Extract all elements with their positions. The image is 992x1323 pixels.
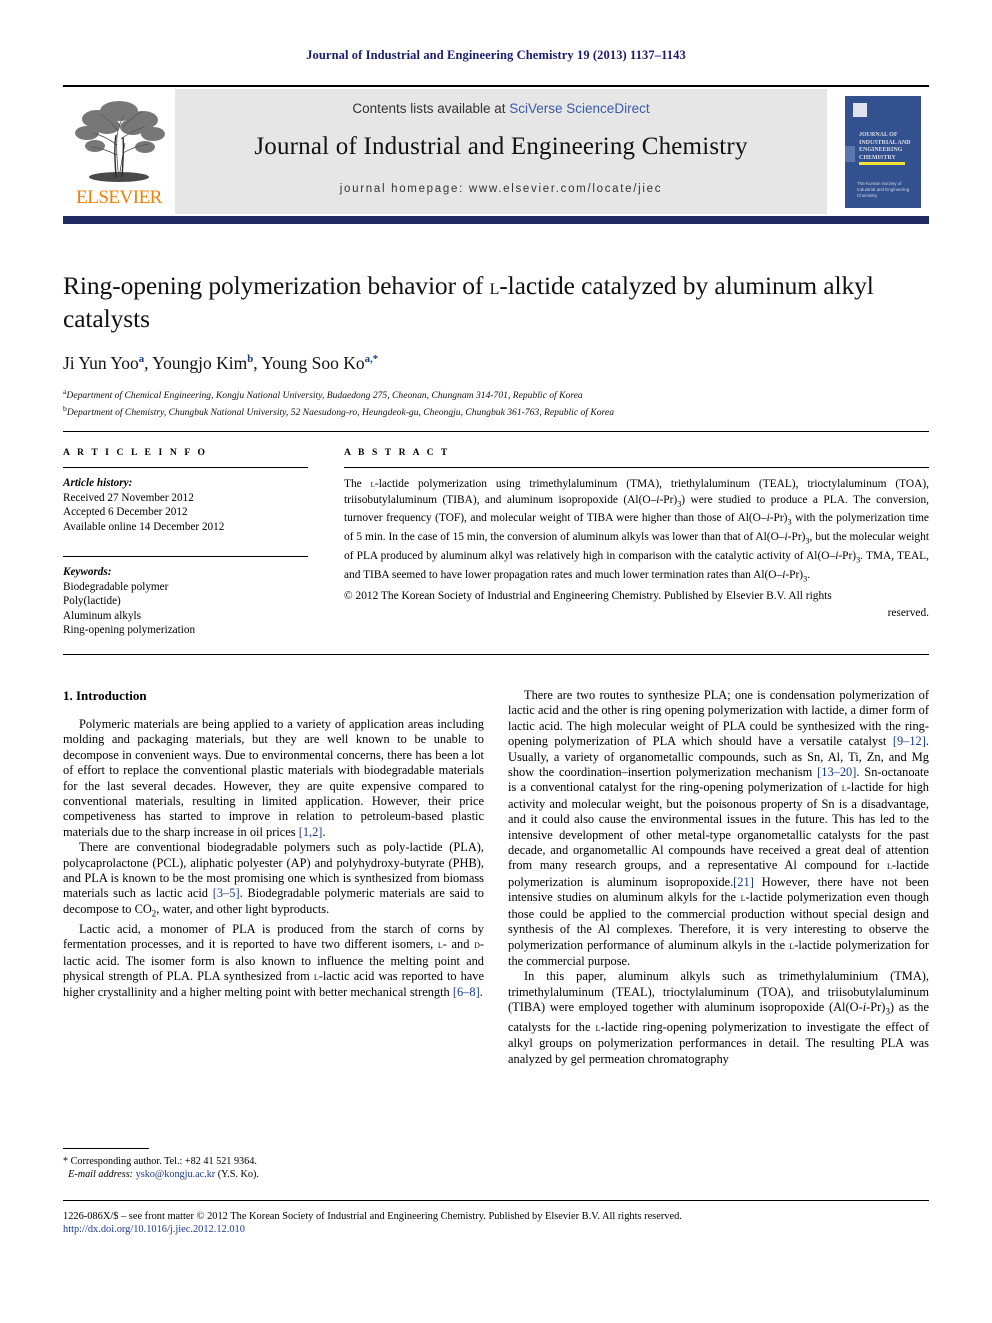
author-name: Young Soo Ko bbox=[261, 353, 365, 373]
affiliation-text: Department of Chemistry, Chungbuk Nation… bbox=[66, 406, 614, 418]
paragraph: Polymeric materials are being applied to… bbox=[63, 717, 484, 839]
section-heading-introduction: 1. Introduction bbox=[63, 688, 147, 703]
elsevier-logo: ELSEVIER bbox=[67, 93, 171, 211]
article-info-column: A R T I C L E I N F O Article history: R… bbox=[63, 447, 308, 638]
page-title: Ring-opening polymerization behavior of … bbox=[63, 270, 929, 335]
abstract-rule bbox=[344, 467, 929, 468]
abstract-copyright-tail: reserved. bbox=[887, 606, 929, 619]
keywords-heading: Keywords: bbox=[63, 566, 112, 578]
sciencedirect-link[interactable]: SciVerse ScienceDirect bbox=[509, 101, 649, 116]
article-info-rule bbox=[63, 467, 308, 468]
author-name: Youngjo Kim bbox=[152, 353, 248, 373]
keywords-block: Keywords: Biodegradable polymer Poly(lac… bbox=[63, 565, 308, 638]
citation-ref[interactable]: [9–12] bbox=[893, 734, 926, 748]
running-head: Journal of Industrial and Engineering Ch… bbox=[306, 48, 686, 62]
masthead-bottom-rule bbox=[63, 216, 929, 224]
paragraph: There are conventional biodegradable pol… bbox=[63, 840, 484, 919]
keyword-item: Aluminum alkyls bbox=[63, 609, 142, 622]
footnote-email-line: E-mail address: ysko@kongju.ac.kr (Y.S. … bbox=[63, 1168, 484, 1181]
author-affil-mark: a,* bbox=[364, 353, 379, 366]
title-part-1: Ring-opening polymerization behavior of bbox=[63, 271, 490, 300]
citation-ref[interactable]: [1,2] bbox=[299, 825, 323, 839]
citation-ref[interactable]: [6–8] bbox=[453, 985, 480, 999]
keywords-separator-rule bbox=[63, 556, 308, 557]
footer-issn-line: 1226-086X/$ – see front matter © 2012 Th… bbox=[63, 1211, 682, 1222]
body-column-right: There are two routes to synthesize PLA; … bbox=[508, 688, 929, 1067]
history-item: Available online 14 December 2012 bbox=[63, 520, 225, 533]
cover-badge-icon bbox=[853, 103, 867, 117]
footer-rule bbox=[63, 1200, 929, 1201]
body-column-left: 1. Introduction Polymeric materials are … bbox=[63, 688, 484, 1001]
author-list: Ji Yun Yooa, Youngjo Kimb, Young Soo Koa… bbox=[63, 353, 379, 373]
journal-title: Journal of Industrial and Engineering Ch… bbox=[254, 133, 748, 160]
cover-sidebar-block bbox=[845, 146, 855, 162]
abstract-column: A B S T R A C T The l-lactide polymeriza… bbox=[344, 447, 929, 620]
info-section-bottom-rule bbox=[63, 654, 929, 655]
contents-prefix: Contents lists available at bbox=[352, 101, 510, 116]
cover-artwork: JOURNAL OF INDUSTRIAL AND ENGINEERING CH… bbox=[845, 96, 921, 208]
elsevier-tree-icon bbox=[75, 101, 165, 182]
affiliation-item: aDepartment of Chemical Engineering, Kon… bbox=[63, 386, 929, 403]
page-footer: 1226-086X/$ – see front matter © 2012 Th… bbox=[63, 1200, 929, 1235]
masthead-top-rule bbox=[63, 85, 929, 87]
author-affil-mark: a bbox=[138, 353, 145, 366]
paragraph: There are two routes to synthesize PLA; … bbox=[508, 688, 930, 968]
cover-society-text: The Korean Society of Industrial and Eng… bbox=[857, 181, 910, 198]
citation-ref[interactable]: [3–5] bbox=[213, 886, 240, 900]
article-history-block: Article history: Received 27 November 20… bbox=[63, 476, 308, 534]
author-name: Ji Yun Yoo bbox=[63, 353, 139, 373]
info-section-top-rule bbox=[63, 431, 929, 432]
paragraph: In this paper, aluminum alkyls such as t… bbox=[508, 969, 930, 1066]
cover-accent-bar bbox=[859, 162, 905, 165]
keyword-item: Biodegradable polymer bbox=[63, 580, 169, 593]
footnote-rule bbox=[63, 1148, 149, 1149]
article-info-label: A R T I C L E I N F O bbox=[63, 447, 208, 458]
abstract-label: A B S T R A C T bbox=[344, 447, 450, 458]
affiliation-text: Department of Chemical Engineering, Kong… bbox=[66, 390, 583, 402]
abstract-copyright: © 2012 The Korean Society of Industrial … bbox=[344, 589, 832, 602]
journal-homepage-link[interactable]: journal homepage: www.elsevier.com/locat… bbox=[175, 183, 827, 195]
footnote-corresponding-line: * Corresponding author. Tel.: +82 41 521… bbox=[63, 1156, 257, 1167]
paper-page: Journal of Industrial and Engineering Ch… bbox=[0, 0, 992, 1323]
email-owner: (Y.S. Ko). bbox=[217, 1169, 259, 1180]
title-block: Ring-opening polymerization behavior of … bbox=[63, 270, 929, 419]
journal-masthead: ELSEVIER Contents lists available at Sci… bbox=[63, 85, 931, 224]
history-item: Received 27 November 2012 bbox=[63, 491, 194, 504]
citation-ref[interactable]: [21] bbox=[733, 875, 754, 889]
journal-cover-thumbnail: JOURNAL OF INDUSTRIAL AND ENGINEERING CH… bbox=[835, 91, 931, 213]
email-link[interactable]: ysko@kongju.ac.kr bbox=[136, 1169, 216, 1180]
affiliation-list: aDepartment of Chemical Engineering, Kon… bbox=[63, 386, 929, 419]
citation-ref[interactable]: [13–20] bbox=[817, 765, 856, 779]
footer-doi-link[interactable]: http://dx.doi.org/10.1016/j.jiec.2012.12… bbox=[63, 1224, 929, 1235]
corresponding-author-footnote: * Corresponding author. Tel.: +82 41 521… bbox=[63, 1148, 484, 1181]
affiliation-item: bDepartment of Chemistry, Chungbuk Natio… bbox=[63, 403, 929, 420]
paragraph: Lactic acid, a monomer of PLA is produce… bbox=[63, 921, 485, 1000]
author-affil-mark: b bbox=[247, 353, 254, 366]
contents-available-line: Contents lists available at SciVerse Sci… bbox=[175, 101, 827, 116]
abstract-text: The l-lactide polymerization using trime… bbox=[344, 478, 929, 584]
keyword-item: Ring-opening polymerization bbox=[63, 624, 196, 636]
elsevier-wordmark: ELSEVIER bbox=[76, 187, 162, 208]
history-item: Accepted 6 December 2012 bbox=[63, 506, 188, 518]
cover-title-text: JOURNAL OF INDUSTRIAL AND ENGINEERING CH… bbox=[859, 132, 911, 161]
title-smallcap-l: l bbox=[489, 274, 500, 299]
keyword-item: Poly(lactide) bbox=[63, 595, 121, 607]
article-history-heading: Article history: bbox=[63, 477, 133, 489]
email-label: E-mail address: bbox=[68, 1169, 134, 1180]
